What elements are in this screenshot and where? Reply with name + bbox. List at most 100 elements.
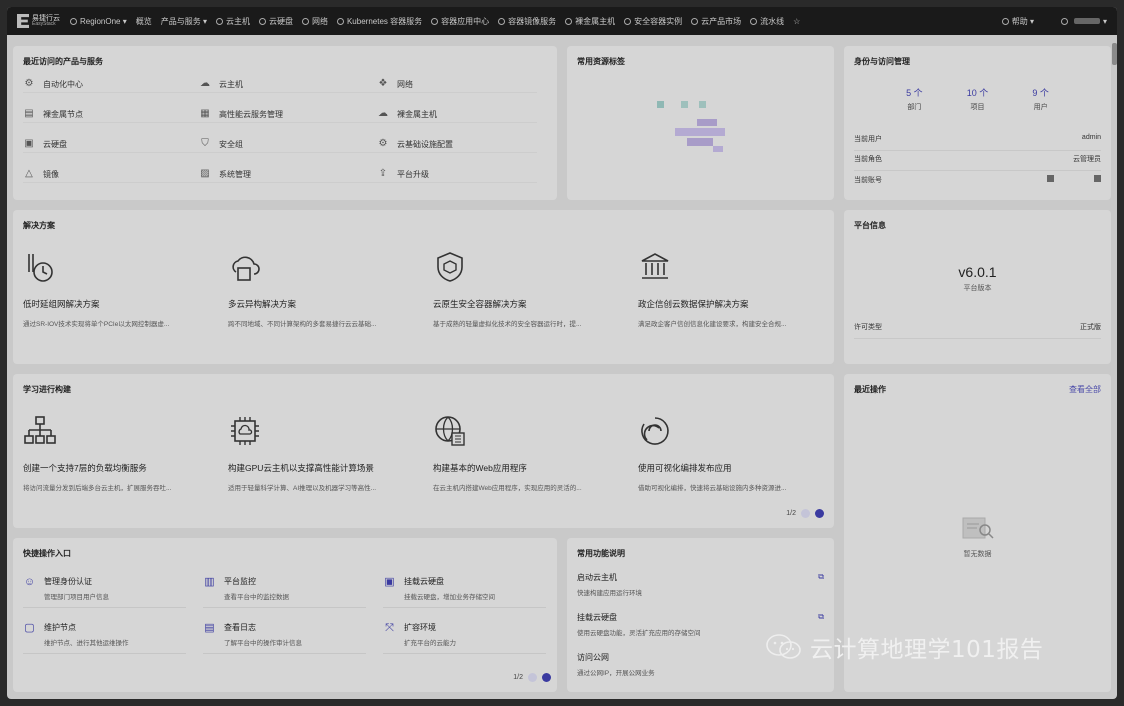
recent-item[interactable]: ⇪ 平台升级 (377, 166, 537, 183)
pipeline-icon (750, 17, 758, 25)
nav-cloud-host[interactable]: 云主机 (215, 16, 250, 27)
system-icon: ▨ (200, 168, 210, 179)
recent-item[interactable]: ▤ 裸金属节点 (23, 106, 199, 123)
user-icon: ☺ (23, 576, 36, 588)
help-menu[interactable]: 帮助 ▾ (1001, 16, 1034, 27)
recent-products-title: 最近访问的产品与服务 (23, 57, 103, 66)
kubernetes-icon (336, 17, 344, 25)
nav-bare-metal[interactable]: 裸金属主机 (565, 16, 615, 27)
nav-secure-container[interactable]: 安全容器实例 (624, 16, 682, 27)
quick-action-item[interactable]: ▤ 查看日志 了解平台中的操作审计信息 (203, 622, 366, 654)
tag-swatch (687, 138, 713, 146)
identity-card: 身份与访问管理 5 个部门 10 个项目 9 个用户 当前用户 admin 当前角… (844, 46, 1111, 200)
image-icon: △ (25, 168, 33, 179)
tutorial-item[interactable]: 构建GPU云主机以支撑高性能计算场景 适用于轻量科学计算、AI推理以及机器学习等… (228, 414, 418, 492)
recent-item[interactable]: ▦ 高性能云服务管理 (199, 106, 377, 123)
quick-action-item[interactable]: ▢ 维护节点 维护节点、进行其他运维操作 (23, 622, 186, 654)
learning-title: 学习进行构建 (23, 385, 71, 394)
stat-projects[interactable]: 10 个项目 (967, 86, 989, 112)
stat-departments[interactable]: 5 个部门 (906, 86, 923, 112)
orchestration-icon (638, 414, 672, 448)
chevron-down-icon: ▾ (1102, 16, 1107, 26)
pager-prev[interactable] (528, 673, 537, 682)
upgrade-icon: ⇪ (378, 168, 388, 179)
recent-operations-title: 最近操作 (854, 385, 886, 394)
recent-item[interactable]: ⚙ 云基础设施配置 (377, 136, 537, 153)
quick-action-item[interactable]: ☺ 管理身份认证 管理部门项目用户信息 (23, 576, 186, 608)
quick-pager: 1/2 (513, 673, 551, 682)
solution-desc: 满足政企客户信创信息化建设要求，构建安全合规... (638, 321, 787, 328)
recent-item[interactable]: ☁ 裸金属主机 (377, 106, 537, 123)
solution-title: 低时延组网解决方案 (23, 299, 100, 309)
registry-icon (498, 17, 506, 25)
cloud-icon (215, 17, 223, 25)
function-guide-item[interactable]: 启动云主机 快速构建应用运行环境 ⧉ (577, 572, 824, 597)
avatar-icon (1060, 17, 1068, 25)
nav-overview[interactable]: 概览 (136, 16, 152, 27)
disk-icon: ▣ (24, 138, 34, 149)
cloud-host-icon: ☁ (200, 78, 210, 89)
tutorial-item[interactable]: 构建基本的Web应用程序 在云主机内搭建Web应用程序，实现应用的灵活的... (433, 414, 623, 492)
nav-cloud-disk[interactable]: 云硬盘 (258, 16, 293, 27)
page-scrollbar[interactable] (1112, 43, 1117, 65)
solutions-title: 解决方案 (23, 221, 55, 230)
nav-container-apps[interactable]: 容器应用中心 (431, 16, 489, 27)
tag-swatch (713, 146, 723, 152)
stat-users[interactable]: 9 个用户 (1032, 86, 1049, 112)
nav-products[interactable]: 产品与服务 ▾ (161, 16, 207, 27)
recent-item[interactable]: ☁ 云主机 (199, 76, 377, 93)
solution-item[interactable]: 政企信创云数据保护解决方案 满足政企客户信创信息化建设要求，构建安全合规... (638, 250, 828, 328)
external-link-icon[interactable]: ⧉ (818, 572, 824, 582)
recent-item[interactable]: ⛉ 安全组 (199, 136, 377, 153)
pager-prev[interactable] (801, 509, 810, 518)
container-app-icon (431, 17, 439, 25)
current-user-row: 当前用户 admin (854, 134, 1101, 151)
nav-marketplace[interactable]: 云产品市场 (691, 16, 741, 27)
network-icon (301, 17, 309, 25)
recent-item[interactable]: ▨ 系统管理 (199, 166, 377, 183)
solutions-card: 解决方案 低时延组网解决方案 通过SR-IOV技术实现将单个PCIe以太网控制器… (13, 210, 834, 364)
username-blurred (1073, 18, 1100, 24)
pin-icon[interactable]: ☆ (793, 17, 800, 26)
nav-container-registry[interactable]: 容器镜像服务 (498, 16, 556, 27)
tutorial-desc: 在云主机内搭建Web应用程序，实现应用的灵活的... (433, 485, 582, 492)
solution-item[interactable]: 低时延组网解决方案 通过SR-IOV技术实现将单个PCIe以太网控制器虚... (23, 250, 213, 328)
solution-item[interactable]: 多云异构解决方案 跨不同地域、不同计算架构的多套易捷行云云基础... (228, 250, 418, 328)
quick-action-item[interactable]: ▥ 平台监控 查看平台中的监控数据 (203, 576, 366, 608)
account-blurred (1094, 175, 1101, 182)
solution-title: 云原生安全容器解决方案 (433, 299, 527, 309)
view-all-link[interactable]: 查看全部 (1069, 384, 1101, 395)
quick-action-item[interactable]: ⤧ 扩容环境 扩充平台的云能力 (383, 622, 546, 654)
region-selector[interactable]: RegionOne ▾ (70, 17, 127, 26)
solution-item[interactable]: 云原生安全容器解决方案 基于成熟的轻量虚拟化技术的安全容器运行时，提... (433, 250, 623, 328)
tag-swatch (657, 101, 664, 108)
user-menu[interactable]: ▾ (1060, 16, 1107, 26)
recent-item[interactable]: ⚙ 自动化中心 (23, 76, 199, 93)
nav-kubernetes[interactable]: Kubernetes 容器服务 (336, 16, 422, 27)
brand-logo[interactable]: 易捷行云 EasyStack (17, 14, 61, 28)
recent-item[interactable]: ❖ 网络 (377, 76, 537, 93)
recent-item[interactable]: ▣ 云硬盘 (23, 136, 199, 153)
shield-icon (433, 250, 467, 284)
tag-swatch (699, 101, 706, 108)
gpu-chip-icon (228, 414, 262, 448)
tutorial-title: 使用可视化编排发布应用 (638, 463, 732, 473)
nav-pipeline[interactable]: 流水线 (750, 16, 784, 27)
automation-icon: ⚙ (24, 78, 34, 89)
account-blurred (1047, 175, 1054, 182)
solution-desc: 通过SR-IOV技术实现将单个PCIe以太网控制器虚... (23, 321, 170, 328)
solution-title: 多云异构解决方案 (228, 299, 297, 309)
logo-en: EasyStack (32, 21, 56, 27)
pager-next[interactable] (542, 673, 551, 682)
quick-action-item[interactable]: ▣ 挂载云硬盘 挂载云硬盘，增加业务存储空间 (383, 576, 546, 608)
external-link-icon[interactable]: ⧉ (818, 612, 824, 622)
government-icon (638, 250, 672, 284)
pager-next[interactable] (815, 509, 824, 518)
tutorial-item[interactable]: 创建一个支持7层的负载均衡服务 将访问流量分发到后端多台云主机，扩展服务吞吐..… (23, 414, 213, 492)
nav-network[interactable]: 网络 (301, 16, 328, 27)
location-icon (70, 17, 77, 25)
secure-container-icon (624, 17, 632, 25)
tutorial-item[interactable]: 使用可视化编排发布应用 借助可视化编排，快速将云基础设施内多种资源进... (638, 414, 828, 492)
recent-products-card: 最近访问的产品与服务 ⚙ 自动化中心 ☁ 云主机 ❖ 网络 ▤ 裸金属节点 ▦ 高性能云服务管理 ☁… (13, 46, 557, 200)
recent-item[interactable]: △ 镜像 (23, 166, 199, 183)
